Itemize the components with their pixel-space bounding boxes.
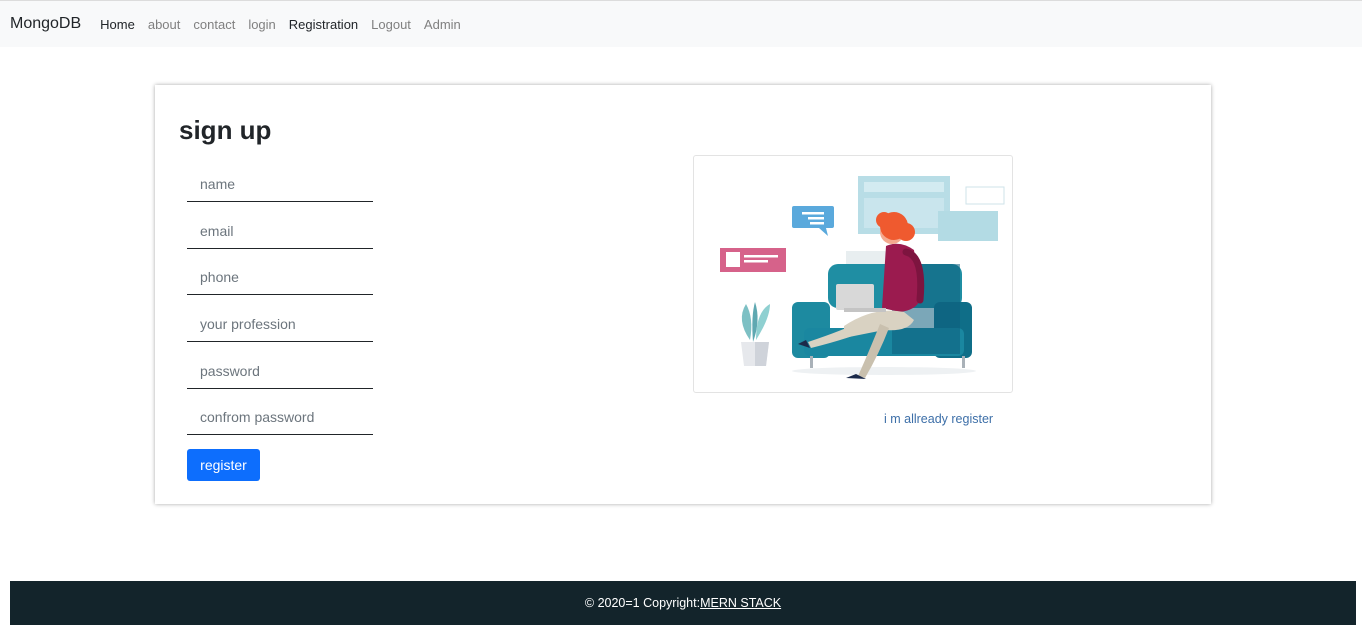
nav-link-login[interactable]: login [248,17,275,32]
profession-field[interactable] [187,307,373,343]
email-field[interactable] [187,213,373,249]
password-field[interactable] [187,353,373,389]
copyright-text: © 2020=1 Copyright: [584,596,701,610]
nav-link-logout[interactable]: Logout [371,17,411,32]
confirm-password-field[interactable] [187,400,373,436]
phone-field[interactable] [187,260,373,296]
navbar: MongoDB Home about contact login Registr… [0,0,1362,47]
person-with-laptop-on-sofa-illustration [720,176,1005,379]
footer: © 2020=1 Copyright: MERN STACK [10,581,1356,625]
name-field[interactable] [187,167,373,202]
nav-link-about[interactable]: about [148,17,181,32]
mern-stack-link[interactable]: MERN STACK [700,596,781,610]
register-button[interactable]: register [187,449,260,481]
already-registered-link[interactable]: i m allready register [884,412,993,426]
signup-form [187,167,373,447]
nav-link-home[interactable]: Home [100,17,135,32]
nav-link-admin[interactable]: Admin [424,17,461,32]
signup-illustration [693,155,1013,393]
brand-link[interactable]: MongoDB [10,15,81,33]
nav-link-contact[interactable]: contact [193,17,235,32]
signup-title: sign up [179,115,272,145]
nav-link-registration[interactable]: Registration [289,17,358,32]
signup-card: sign up register [155,85,1211,504]
